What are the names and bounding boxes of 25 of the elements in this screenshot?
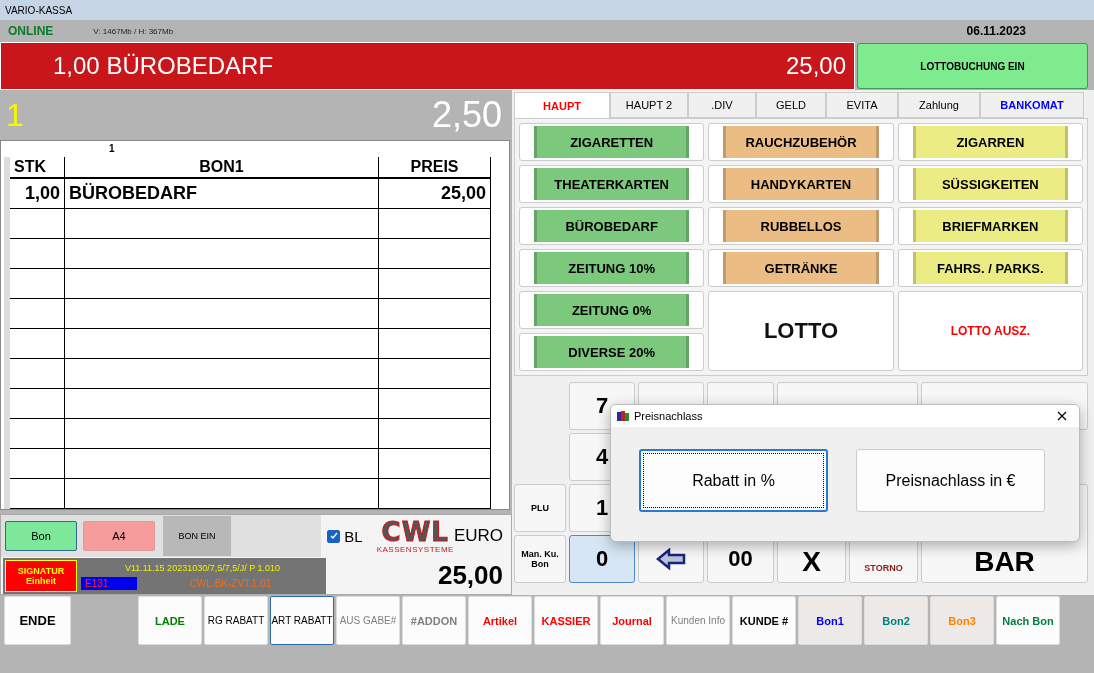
memory-info: V: 1467Mb / H: 367Mb <box>93 26 175 36</box>
quantity-display: 1 <box>6 96 24 134</box>
dialog-title: Preisnachlass <box>634 410 704 422</box>
error-code: E131 <box>81 577 137 590</box>
signature-status: SIGNATUR Einheit <box>5 559 77 592</box>
item-display-text: 1,00 BÜROBEDARF <box>53 52 274 80</box>
receipt-number: 1 <box>109 143 115 154</box>
version-info: V11.11.15 20231030/7,5/7,5/J/ P 1.010 <box>123 562 282 573</box>
checkbox-label: BL <box>344 527 363 545</box>
table-cell: BÜROBEDARF <box>65 179 379 209</box>
price-display: 2,50 <box>431 94 502 136</box>
terminal-info: CWL.BK-ZVT.1.01 <box>188 578 273 589</box>
logo: CWL <box>381 518 449 545</box>
column-header: PREIS <box>379 157 491 179</box>
total-amount: 25,00 <box>437 560 503 591</box>
window-title: VARIO-KASSA <box>0 0 1094 20</box>
logo-tagline: KASSENSYSTEME <box>376 544 454 554</box>
date-label: 06.11.2023 <box>966 24 1026 38</box>
table-cell: 25,00 <box>379 179 491 209</box>
column-header: BON1 <box>65 157 379 179</box>
item-display-amount: 25,00 <box>785 52 846 80</box>
connection-status: ONLINE <box>8 24 54 38</box>
table-cell: 1,00 <box>10 179 65 209</box>
currency-label: EURO <box>453 526 503 546</box>
column-header: STK <box>10 157 65 179</box>
